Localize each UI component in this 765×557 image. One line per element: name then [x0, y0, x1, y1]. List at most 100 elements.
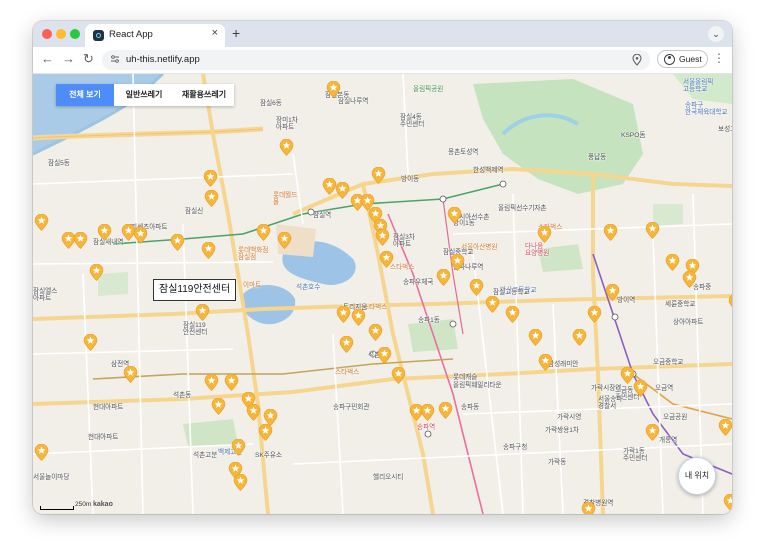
filter-general-waste-button[interactable]: 일반쓰레기: [114, 84, 174, 106]
my-location-button[interactable]: 내 위치: [678, 457, 716, 495]
trash-bin-marker-icon[interactable]: [73, 232, 88, 249]
tab-search-button[interactable]: ⌄: [708, 26, 724, 42]
forward-button[interactable]: →: [62, 51, 75, 67]
close-window-button[interactable]: [42, 29, 52, 39]
trash-bin-marker-icon[interactable]: [538, 354, 553, 371]
trash-bin-marker-icon[interactable]: [528, 329, 543, 346]
place-label: 잠실신: [185, 208, 204, 215]
profile-button[interactable]: Guest: [657, 50, 708, 68]
trash-bin-marker-icon[interactable]: [505, 306, 520, 323]
back-button[interactable]: ←: [41, 51, 54, 67]
trash-bin-marker-icon[interactable]: [645, 424, 660, 441]
maximize-window-button[interactable]: [70, 29, 80, 39]
trash-bin-marker-icon[interactable]: [375, 229, 390, 246]
place-label: 서울올림픽 고등학교: [683, 79, 714, 94]
trash-bin-marker-icon[interactable]: [447, 207, 462, 224]
trash-bin-marker-icon[interactable]: [233, 474, 248, 491]
trash-bin-marker-icon[interactable]: [718, 419, 732, 436]
trash-bin-marker-icon[interactable]: [368, 324, 383, 341]
location-icon[interactable]: [632, 54, 642, 66]
place-label: 석촌고분: [193, 452, 218, 459]
place-label: 오금중학교: [653, 359, 684, 366]
trash-bin-marker-icon[interactable]: [224, 374, 239, 391]
address-bar[interactable]: uh-this.netlify.app: [102, 50, 650, 70]
site-info-icon[interactable]: [110, 54, 120, 64]
tab-bar: React App × + ⌄: [33, 21, 732, 47]
trash-bin-marker-icon[interactable]: [682, 271, 697, 288]
trash-bin-marker-icon[interactable]: [123, 366, 138, 383]
trash-bin-marker-icon[interactable]: [279, 139, 294, 156]
trash-bin-marker-icon[interactable]: [665, 254, 680, 271]
trash-bin-marker-icon[interactable]: [34, 444, 49, 461]
place-label: 롯데월드 몰: [273, 192, 298, 207]
trash-bin-marker-icon[interactable]: [469, 279, 484, 296]
browser-menu-button[interactable]: ⋮: [713, 51, 725, 65]
place-label: 잠실119 안전센터: [183, 322, 208, 337]
trash-bin-marker-icon[interactable]: [436, 269, 451, 286]
trash-bin-marker-icon[interactable]: [97, 224, 112, 241]
place-label: 상아아파트: [673, 319, 704, 326]
trash-bin-marker-icon[interactable]: [204, 190, 219, 207]
trash-bin-marker-icon[interactable]: [201, 242, 216, 259]
trash-bin-marker-icon[interactable]: [485, 296, 500, 313]
trash-bin-marker-icon[interactable]: [34, 214, 49, 231]
trash-bin-marker-icon[interactable]: [371, 167, 386, 184]
trash-bin-marker-icon[interactable]: [89, 264, 104, 281]
trash-bin-marker-icon[interactable]: [537, 226, 552, 243]
trash-bin-marker-icon[interactable]: [258, 424, 273, 441]
trash-bin-marker-icon[interactable]: [379, 251, 394, 268]
trash-bin-marker-icon[interactable]: [336, 306, 351, 323]
trash-bin-marker-icon[interactable]: [204, 374, 219, 391]
place-label: 스타벅스: [335, 369, 360, 376]
minimize-window-button[interactable]: [56, 29, 66, 39]
trash-bin-marker-icon[interactable]: [450, 254, 465, 271]
trash-bin-marker-icon[interactable]: [603, 224, 618, 241]
trash-bin-marker-icon[interactable]: [339, 336, 354, 353]
place-label: 이마트: [243, 282, 262, 289]
trash-bin-marker-icon[interactable]: [581, 502, 596, 514]
trash-bin-marker-icon[interactable]: [203, 170, 218, 187]
trash-bin-marker-icon[interactable]: [633, 380, 648, 397]
reload-button[interactable]: ↻: [83, 51, 94, 67]
filter-recycling-button[interactable]: 재활용쓰레기: [174, 84, 234, 106]
trash-bin-marker-icon[interactable]: [438, 402, 453, 419]
trash-bin-marker-icon[interactable]: [645, 222, 660, 239]
scale-bar: [40, 506, 74, 510]
tab-close-icon[interactable]: ×: [212, 27, 218, 39]
marker-info-window: 잠실119안전센터: [153, 279, 237, 301]
trash-bin-marker-icon[interactable]: [277, 232, 292, 249]
place-label: SK주유소: [255, 452, 282, 459]
trash-bin-marker-icon[interactable]: [83, 334, 98, 351]
browser-window: React App × + ⌄ ← → ↻ uh-this.netlify.ap…: [33, 21, 732, 514]
trash-bin-marker-icon[interactable]: [728, 294, 732, 311]
place-label: 올림픽훼밀리타운: [453, 382, 502, 389]
trash-bin-marker-icon[interactable]: [605, 284, 620, 301]
trash-bin-marker-icon[interactable]: [723, 494, 732, 511]
trash-bin-marker-icon[interactable]: [351, 309, 366, 326]
new-tab-button[interactable]: +: [232, 25, 240, 41]
trash-bin-marker-icon[interactable]: [587, 306, 602, 323]
filter-all-button[interactable]: 전체 보기: [56, 84, 114, 106]
trash-bin-marker-icon[interactable]: [246, 404, 261, 421]
trash-bin-marker-icon[interactable]: [420, 404, 435, 421]
trash-bin-marker-icon[interactable]: [335, 182, 350, 199]
trash-bin-marker-icon[interactable]: [195, 304, 210, 321]
trash-bin-marker-icon[interactable]: [211, 398, 226, 415]
place-label: 한성백제역: [473, 167, 504, 174]
trash-bin-marker-icon[interactable]: [572, 329, 587, 346]
trash-bin-marker-icon[interactable]: [133, 227, 148, 244]
trash-bin-marker-icon[interactable]: [326, 81, 341, 98]
place-label: 송파우체국: [403, 279, 434, 286]
trash-bin-marker-icon[interactable]: [231, 439, 246, 456]
place-label: 다나음 요양병원: [525, 243, 550, 258]
browser-tab[interactable]: React App ×: [85, 24, 225, 47]
place-label: 풍납동: [588, 154, 607, 161]
trash-bin-marker-icon[interactable]: [256, 224, 271, 241]
trash-bin-marker-icon[interactable]: [391, 367, 406, 384]
trash-bin-marker-icon[interactable]: [170, 234, 185, 251]
map-view[interactable]: 서울올림픽 고등학교 잠실나루역 송파구 한국체육대학교 잠실6동 장미1차 아파트 잠실…: [33, 74, 732, 514]
place-label: 송파역: [417, 424, 436, 431]
person-icon: [664, 54, 675, 65]
place-label: 잠실5동: [48, 160, 70, 167]
trash-bin-marker-icon[interactable]: [377, 347, 392, 364]
